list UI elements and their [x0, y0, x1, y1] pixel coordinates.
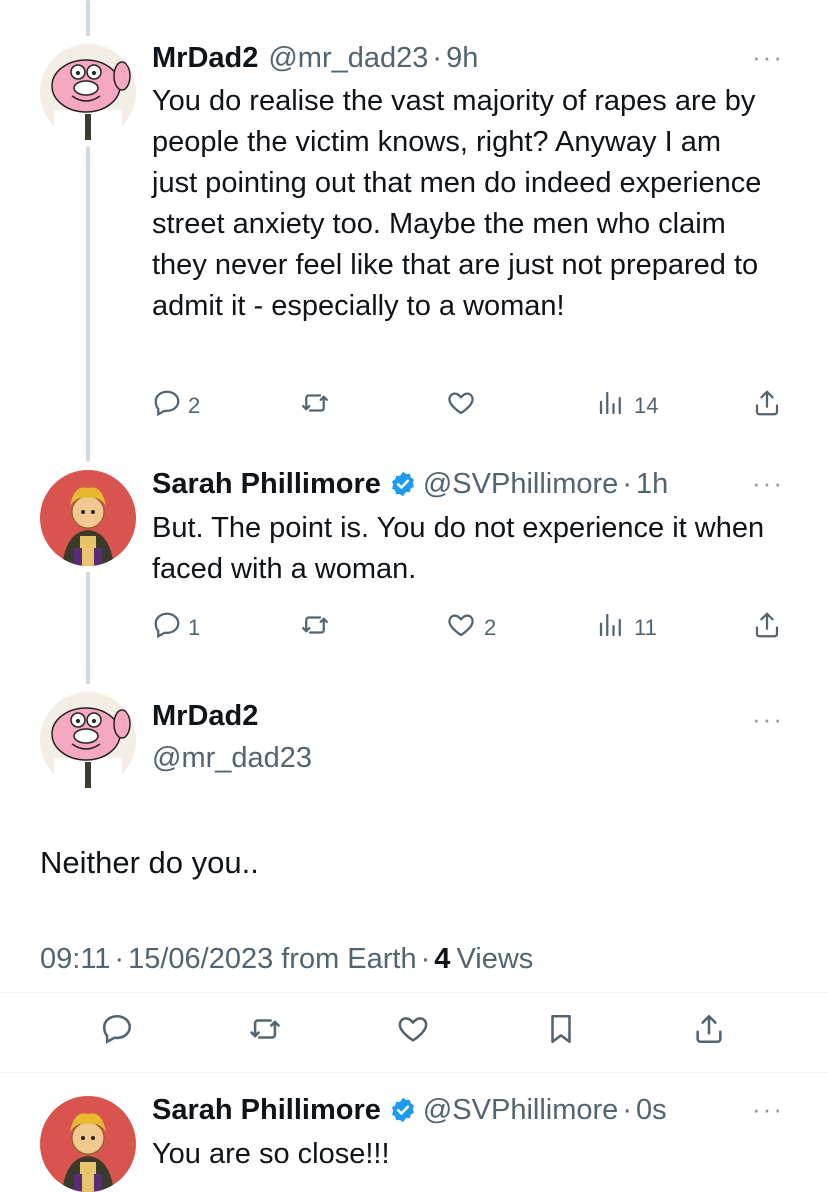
like-icon: [396, 1012, 430, 1052]
bookmark-icon: [544, 1012, 578, 1052]
tweet1-retweet-button[interactable]: [300, 388, 330, 424]
tweet1-share-button[interactable]: [752, 388, 782, 424]
tweet2-like-button[interactable]: 2: [446, 610, 496, 646]
tweet2-reply-button[interactable]: 1: [152, 610, 200, 646]
verified-badge-icon: [389, 1096, 417, 1124]
tweet2-views-button[interactable]: 11: [596, 610, 657, 646]
focused-source: from Earth: [281, 942, 417, 975]
focused-date[interactable]: 15/06/2023: [128, 943, 273, 976]
tweet2-handle[interactable]: @SVPhillimore: [423, 468, 618, 501]
focused-views-label: Views: [456, 942, 534, 975]
reply-icon: [152, 388, 182, 424]
focused-handle[interactable]: @mr_dad23: [152, 742, 312, 775]
focused-more-icon[interactable]: ···: [752, 704, 784, 735]
focused-reply-button[interactable]: [100, 1012, 134, 1052]
retweet-icon: [300, 388, 330, 424]
reply-time[interactable]: 0s: [636, 1094, 667, 1127]
avatar-sarah-phillimore-reply[interactable]: [40, 1096, 136, 1192]
dot-separator: ·: [622, 467, 632, 500]
tweet2-views-count: 11: [634, 615, 657, 640]
share-icon: [752, 388, 782, 424]
tweet2-time[interactable]: 1h: [636, 468, 668, 501]
tweet1-time[interactable]: 9h: [446, 42, 478, 75]
tweet1-more-icon[interactable]: ···: [752, 42, 784, 73]
dot-separator: ·: [622, 1093, 632, 1126]
tweet2-reply-count: 1: [188, 615, 201, 640]
tweet1-reply-count: 2: [188, 393, 201, 418]
focused-bookmark-button[interactable]: [544, 1012, 578, 1052]
thread-line-top: [86, 0, 90, 36]
tweet1-handle[interactable]: @mr_dad23: [268, 42, 428, 75]
tweet2-text: But. The point is. You do not experience…: [152, 512, 765, 585]
tweet1-reply-button[interactable]: 2: [152, 388, 200, 424]
tweet2-share-button[interactable]: [752, 610, 782, 646]
reply-more-icon[interactable]: ···: [752, 1094, 784, 1125]
thread-line-2: [86, 572, 90, 684]
reply-icon: [100, 1012, 134, 1052]
like-icon: [446, 610, 476, 646]
focused-text: Neither do you..: [40, 845, 259, 880]
tweet2-header: Sarah Phillimore @SVPhillimore · 1h: [152, 466, 668, 502]
dot-separator: ·: [432, 41, 443, 74]
reply-name[interactable]: Sarah Phillimore: [152, 1094, 381, 1127]
reply-handle[interactable]: @SVPhillimore: [423, 1094, 618, 1127]
retweet-icon: [248, 1012, 282, 1052]
tweet2-like-count: 2: [484, 615, 497, 640]
tweet1-name[interactable]: MrDad2: [152, 42, 258, 75]
views-icon: [596, 610, 626, 646]
focused-like-button[interactable]: [396, 1012, 430, 1052]
tweet1-header: MrDad2 @mr_dad23 · 9h: [152, 40, 478, 76]
views-icon: [596, 388, 626, 424]
reply-icon: [152, 610, 182, 646]
like-icon: [446, 388, 476, 424]
focused-time[interactable]: 09:11: [40, 943, 110, 976]
tweet2-retweet-button[interactable]: [300, 610, 330, 646]
retweet-icon: [300, 610, 330, 646]
thread-line-1: [86, 146, 90, 462]
verified-badge-icon: [389, 470, 417, 498]
avatar-sarah-phillimore[interactable]: [40, 470, 136, 566]
avatar-mrdad2[interactable]: [40, 44, 136, 140]
focused-share-button[interactable]: [692, 1012, 726, 1052]
focused-views-count[interactable]: 4: [434, 943, 450, 976]
tweet1-views-count: 14: [634, 393, 659, 418]
reply-header: Sarah Phillimore @SVPhillimore · 0s: [152, 1092, 667, 1128]
share-icon: [692, 1012, 726, 1052]
share-icon: [752, 610, 782, 646]
tweet1-text: You do realise the vast majority of rape…: [152, 85, 762, 322]
avatar-mrdad2-focused[interactable]: [40, 692, 136, 788]
reply-text: You are so close!!!: [152, 1138, 390, 1170]
tweet2-more-icon[interactable]: ···: [752, 468, 784, 499]
dot-separator: ·: [420, 942, 431, 975]
divider: [0, 1072, 828, 1073]
tweet1-like-button[interactable]: [446, 388, 476, 424]
focused-name[interactable]: MrDad2: [152, 700, 258, 733]
tweet2-name[interactable]: Sarah Phillimore: [152, 468, 381, 501]
focused-retweet-button[interactable]: [248, 1012, 282, 1052]
divider: [0, 992, 828, 993]
dot-separator: ·: [114, 942, 125, 975]
tweet1-views-button[interactable]: 14: [596, 388, 658, 424]
focused-meta: 09:11 · 15/06/2023 from Earth · 4 Views: [40, 940, 533, 978]
